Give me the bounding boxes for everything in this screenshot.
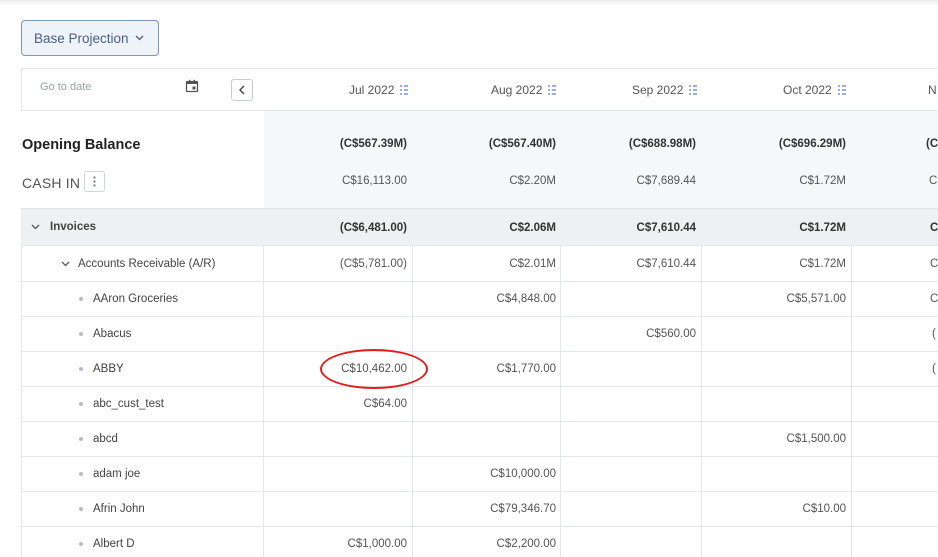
chevron-down-icon [135, 35, 144, 41]
sort-icon [689, 85, 698, 95]
sort-icon [837, 85, 846, 95]
cell: C$2,200.00 [496, 538, 556, 550]
opening-balance-label: Opening Balance [22, 137, 141, 153]
cell: C$1.72M [799, 258, 846, 270]
bullet-icon [79, 542, 83, 546]
bullet-icon [79, 367, 83, 371]
month-header-oct[interactable]: Oct 2022 [783, 83, 847, 97]
bullet-icon [79, 472, 83, 476]
cell: C$4,848.00 [496, 293, 556, 305]
row-label: AAron Groceries [93, 293, 179, 305]
cell: C$2.01M [509, 258, 556, 270]
cell: C$10,000.00 [490, 468, 556, 480]
row-label: Invoices [50, 221, 97, 233]
previous-period-button[interactable] [231, 79, 253, 101]
table-row[interactable]: ABBY C$10,462.00 C$1,770.00 ( [21, 352, 938, 387]
opening-balance-aug: (C$567.40M) [488, 138, 556, 150]
month-header-nov[interactable]: N [928, 83, 937, 97]
cell: C$7,610.44 [636, 222, 696, 234]
row-label: abcd [93, 433, 118, 445]
cell: C$1.72M [799, 222, 846, 234]
table-row[interactable]: abc_cust_test C$64.00 [21, 387, 938, 422]
cell: ( [932, 328, 936, 340]
row-label: Afrin John [93, 503, 145, 515]
cell: ( [932, 363, 936, 375]
projection-label: Base Projection [34, 30, 129, 46]
bullet-icon [79, 507, 83, 511]
sort-icon [548, 85, 557, 95]
cell: (C$6,481.00) [339, 222, 407, 234]
cash-in-aug: C$2.20M [509, 175, 556, 187]
opening-balance-sep: (C$688.98M) [628, 138, 696, 150]
grid-header: Go to date Jul 2022 Aug 2022 Sep 2022 Oc… [21, 68, 938, 111]
cash-in-menu-button[interactable] [84, 171, 105, 192]
cell: C$5,571.00 [786, 293, 846, 305]
cell: C$10.00 [802, 503, 846, 515]
cell: C$1,770.00 [496, 363, 556, 375]
cash-in-oct: C$1.72M [799, 175, 846, 187]
bullet-icon [79, 297, 83, 301]
row-label: ABBY [93, 363, 124, 375]
cash-in-sep: C$7,689.44 [636, 175, 696, 187]
bullet-icon [79, 437, 83, 441]
row-label: Abacus [93, 328, 132, 340]
projection-grid: Go to date Jul 2022 Aug 2022 Sep 2022 Oc… [21, 68, 938, 557]
projection-dropdown-button[interactable]: Base Projection [21, 20, 159, 56]
opening-balance-nov: (C [926, 138, 938, 150]
date-picker: Go to date [21, 69, 264, 111]
cell: C! [930, 258, 938, 270]
month-header-jul[interactable]: Jul 2022 [349, 83, 409, 97]
chevron-left-icon [239, 85, 245, 95]
row-label: adam joe [93, 468, 141, 480]
table-row[interactable]: abcd C$1,500.00 [21, 422, 938, 457]
table-row[interactable]: Albert D C$1,000.00 C$2,200.00 [21, 527, 938, 557]
opening-balance-jul: (C$567.39M) [339, 138, 407, 150]
table-row[interactable]: Afrin John C$79,346.70 C$10.00 [21, 492, 938, 527]
cell: C$79,346.70 [490, 503, 556, 515]
bullet-icon [79, 332, 83, 336]
cell: C$560.00 [646, 328, 696, 340]
summary-shade [264, 111, 938, 208]
cash-in-jul: C$16,113.00 [341, 175, 407, 187]
opening-balance-oct: (C$696.29M) [778, 138, 846, 150]
cash-in-nov: C: [929, 175, 938, 187]
chevron-down-icon[interactable] [61, 261, 70, 267]
table-row[interactable]: adam joe C$10,000.00 [21, 457, 938, 492]
table-row-invoices[interactable]: Invoices (C$6,481.00) C$2.06M C$7,610.44… [21, 208, 938, 246]
month-header-sep[interactable]: Sep 2022 [632, 83, 698, 97]
table-row[interactable]: AAron Groceries C$4,848.00 C$5,571.00 C: [21, 282, 938, 317]
chevron-down-icon[interactable] [31, 224, 40, 230]
cell: C$2.06M [509, 222, 556, 234]
cell: C$7,610.44 [636, 258, 696, 270]
row-label: abc_cust_test [93, 398, 164, 410]
cell: C$1,000.00 [347, 538, 407, 550]
row-label: Accounts Receivable (A/R) [78, 258, 216, 270]
calendar-icon[interactable] [185, 79, 199, 93]
table-row-accounts-receivable[interactable]: Accounts Receivable (A/R) (C$5,781.00) C… [21, 246, 938, 282]
cell: C$1,500.00 [786, 433, 846, 445]
cell: C$64.00 [363, 398, 407, 410]
cell: (C$5,781.00) [339, 258, 407, 270]
row-label: Albert D [93, 538, 135, 550]
annotation-ellipse [320, 349, 428, 389]
bullet-icon [79, 402, 83, 406]
month-header-aug[interactable]: Aug 2022 [491, 83, 557, 97]
cell: C! [930, 222, 938, 234]
cell: C: [930, 293, 938, 305]
top-shadow [0, 0, 938, 6]
cash-in-label: CASH IN [22, 175, 81, 191]
kebab-icon [93, 176, 96, 187]
table-row[interactable]: Abacus C$560.00 ( [21, 317, 938, 352]
go-to-date-input[interactable]: Go to date [40, 81, 91, 93]
sort-icon [400, 85, 409, 95]
